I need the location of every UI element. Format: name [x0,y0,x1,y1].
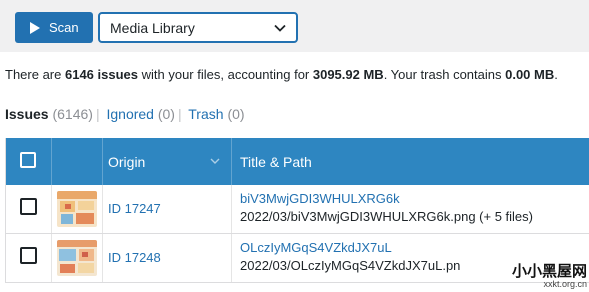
filter-trash-label: Trash [188,106,224,122]
column-title-path[interactable]: Title & Path [240,154,312,170]
summary-mid2: . Your trash contains [383,67,506,82]
thumbnail-image[interactable] [57,240,97,276]
filter-trash-count: (0) [227,106,245,122]
scan-button-label: Scan [49,20,79,35]
watermark-title: 小小黑屋网 [511,263,587,280]
summary-mid1: with your files, accounting for [138,67,313,82]
summary-suffix: . [554,67,558,82]
table-header: Origin Title & Path [6,138,589,185]
chevron-down-icon [274,24,286,32]
file-path: 2022/03/OLczIyMGqS4VZkdJX7uL.pn [240,258,461,273]
filter-separator: | [95,106,100,122]
table-row: ID 17248 OLczIyMGqS4VZkdJX7uL 2022/03/OL… [6,234,589,283]
filter-issues[interactable]: Issues (6146) [5,106,93,122]
row-checkbox[interactable] [20,198,37,215]
cell-divider [102,185,103,233]
library-select[interactable]: Media Library [98,12,298,43]
summary-prefix: There are [5,67,65,82]
file-path: 2022/03/biV3MwjGDI3WHULXRG6k.png (+ 5 fi… [240,209,533,224]
row-checkbox[interactable] [20,247,37,264]
summary-text: There are 6146 issues with your files, a… [5,67,558,82]
summary-issues-count: 6146 issues [64,67,138,82]
file-title-link[interactable]: OLczIyMGqS4VZkdJX7uL [240,240,392,255]
cell-divider [51,234,52,282]
library-select-value: Media Library [110,19,195,36]
thumbnail-image[interactable] [57,191,97,227]
origin-id-link[interactable]: ID 17248 [108,250,161,265]
cell-divider [231,234,232,282]
file-title-link[interactable]: biV3MwjGDI3WHULXRG6k [240,191,400,206]
filter-ignored[interactable]: Ignored (0) [106,106,175,122]
filter-ignored-count: (0) [157,106,175,122]
cell-divider [231,185,232,233]
column-divider [102,138,103,185]
scan-button[interactable]: Scan [15,12,93,43]
column-origin[interactable]: Origin [108,154,145,170]
view-filters: Issues (6146) | Ignored (0) | Trash (0) [5,106,245,122]
filter-trash[interactable]: Trash (0) [188,106,244,122]
table-row: ID 17247 biV3MwjGDI3WHULXRG6k 2022/03/bi… [6,185,589,234]
origin-id-link[interactable]: ID 17247 [108,201,161,216]
sort-chevron-icon[interactable] [210,156,220,166]
summary-trash-size: 0.00 MB [505,67,555,82]
filter-issues-label: Issues [5,106,49,122]
cell-divider [51,185,52,233]
issues-table: Origin Title & Path ID 17247 biV3MwjGDI3… [5,138,589,283]
toolbar: Scan Media Library [0,0,589,52]
column-divider [51,138,52,185]
select-all-checkbox[interactable] [20,152,36,168]
filter-ignored-label: Ignored [106,106,154,122]
filter-separator: | [177,106,182,122]
filter-issues-count: (6146) [52,106,93,122]
cell-divider [102,234,103,282]
summary-size: 3095.92 MB [312,67,384,82]
watermark: 小小黑屋网 xxkt.org.cn [511,263,587,290]
play-icon [30,21,40,34]
column-divider [231,138,232,185]
